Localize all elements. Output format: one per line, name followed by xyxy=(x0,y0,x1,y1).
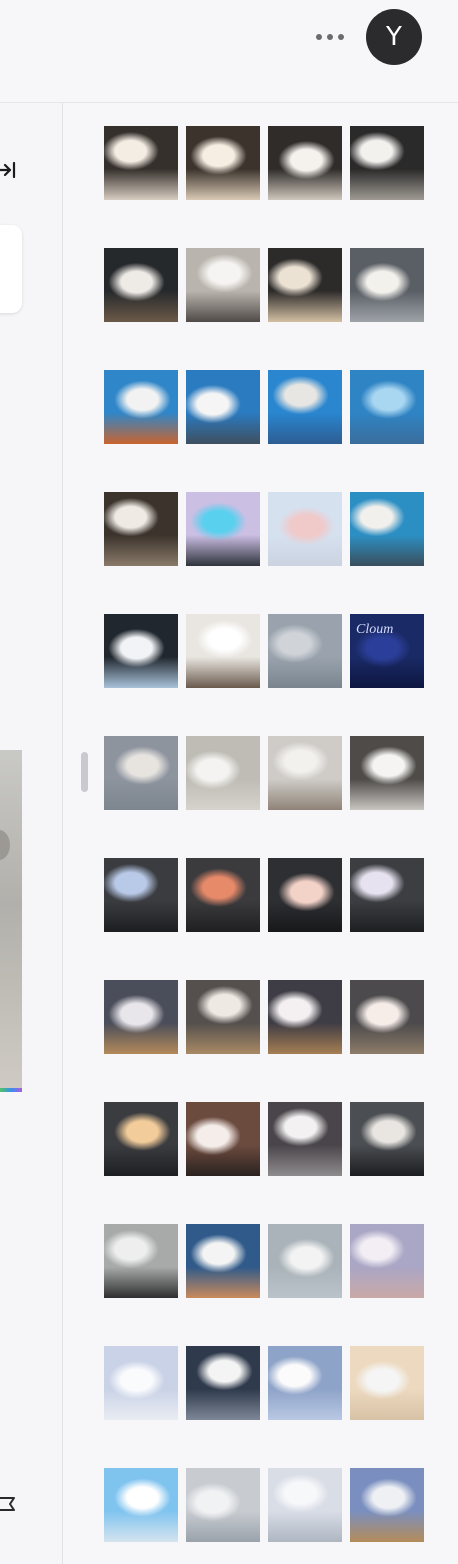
gallery-thumbnail[interactable] xyxy=(104,1346,178,1420)
gallery-thumbnail[interactable] xyxy=(268,1224,342,1298)
user-avatar[interactable]: Y xyxy=(366,9,422,65)
gallery-thumbnail[interactable] xyxy=(186,492,260,566)
gallery-thumbnail[interactable] xyxy=(268,1102,342,1176)
gallery-thumbnail[interactable] xyxy=(186,736,260,810)
preview-image xyxy=(0,750,22,1092)
gallery-thumbnail[interactable] xyxy=(268,980,342,1054)
gallery-thumbnail[interactable] xyxy=(350,858,424,932)
gallery-thumbnail[interactable] xyxy=(186,1102,260,1176)
gallery-thumbnail[interactable] xyxy=(350,370,424,444)
gallery-thumbnail[interactable] xyxy=(350,1468,424,1542)
panel-resize-handle[interactable] xyxy=(81,752,88,792)
top-bar: Y xyxy=(0,0,458,103)
gallery-thumbnail[interactable] xyxy=(186,248,260,322)
gallery-thumbnail[interactable] xyxy=(186,1346,260,1420)
preview-subject xyxy=(0,830,10,860)
gallery-thumbnail[interactable] xyxy=(350,980,424,1054)
prompt-card[interactable] xyxy=(0,225,22,313)
gallery-thumbnail[interactable] xyxy=(268,492,342,566)
more-horizontal-icon xyxy=(316,34,322,40)
color-strip xyxy=(0,1088,22,1092)
gallery-thumbnail[interactable] xyxy=(104,1102,178,1176)
gallery-thumbnail[interactable] xyxy=(186,614,260,688)
gallery-thumbnail[interactable] xyxy=(268,1468,342,1542)
gallery-thumbnail[interactable] xyxy=(350,1224,424,1298)
gallery-thumbnail[interactable] xyxy=(186,1224,260,1298)
gallery-thumbnail[interactable] xyxy=(268,126,342,200)
gallery-thumbnail[interactable] xyxy=(104,858,178,932)
gallery-thumbnail[interactable] xyxy=(350,492,424,566)
more-options-button[interactable] xyxy=(312,24,348,50)
gallery-thumbnail[interactable] xyxy=(104,1468,178,1542)
more-horizontal-icon-dot xyxy=(338,34,344,40)
gallery-thumbnail[interactable] xyxy=(104,614,178,688)
thumbnail-caption: Cloum xyxy=(356,622,394,637)
image-gallery: Cloum xyxy=(104,126,424,1542)
gallery-thumbnail[interactable] xyxy=(268,736,342,810)
gallery-thumbnail[interactable] xyxy=(350,1346,424,1420)
gallery-thumbnail[interactable] xyxy=(104,980,178,1054)
gallery-thumbnail[interactable] xyxy=(104,492,178,566)
gallery-thumbnail[interactable] xyxy=(104,736,178,810)
left-panel xyxy=(0,103,63,1564)
gallery-thumbnail[interactable] xyxy=(350,126,424,200)
gallery-thumbnail[interactable] xyxy=(268,858,342,932)
gallery-thumbnail[interactable] xyxy=(186,980,260,1054)
gallery-thumbnail[interactable] xyxy=(186,858,260,932)
avatar-letter: Y xyxy=(386,22,402,52)
collapse-panel-icon[interactable] xyxy=(0,159,18,181)
gallery-thumbnail[interactable] xyxy=(268,1346,342,1420)
gallery-thumbnail[interactable] xyxy=(186,370,260,444)
gallery-thumbnail[interactable] xyxy=(350,1102,424,1176)
gallery-thumbnail[interactable] xyxy=(104,248,178,322)
gallery-thumbnail[interactable] xyxy=(104,126,178,200)
flag-icon[interactable] xyxy=(0,1495,18,1513)
more-horizontal-icon-dot xyxy=(327,34,333,40)
gallery-thumbnail[interactable] xyxy=(104,1224,178,1298)
gallery-thumbnail[interactable] xyxy=(268,614,342,688)
gallery-thumbnail[interactable] xyxy=(268,370,342,444)
gallery-thumbnail[interactable] xyxy=(104,370,178,444)
gallery-thumbnail[interactable] xyxy=(350,736,424,810)
gallery-thumbnail[interactable] xyxy=(186,126,260,200)
gallery-thumbnail[interactable]: Cloum xyxy=(350,614,424,688)
gallery-thumbnail[interactable] xyxy=(268,248,342,322)
gallery-thumbnail[interactable] xyxy=(186,1468,260,1542)
gallery-thumbnail[interactable] xyxy=(350,248,424,322)
